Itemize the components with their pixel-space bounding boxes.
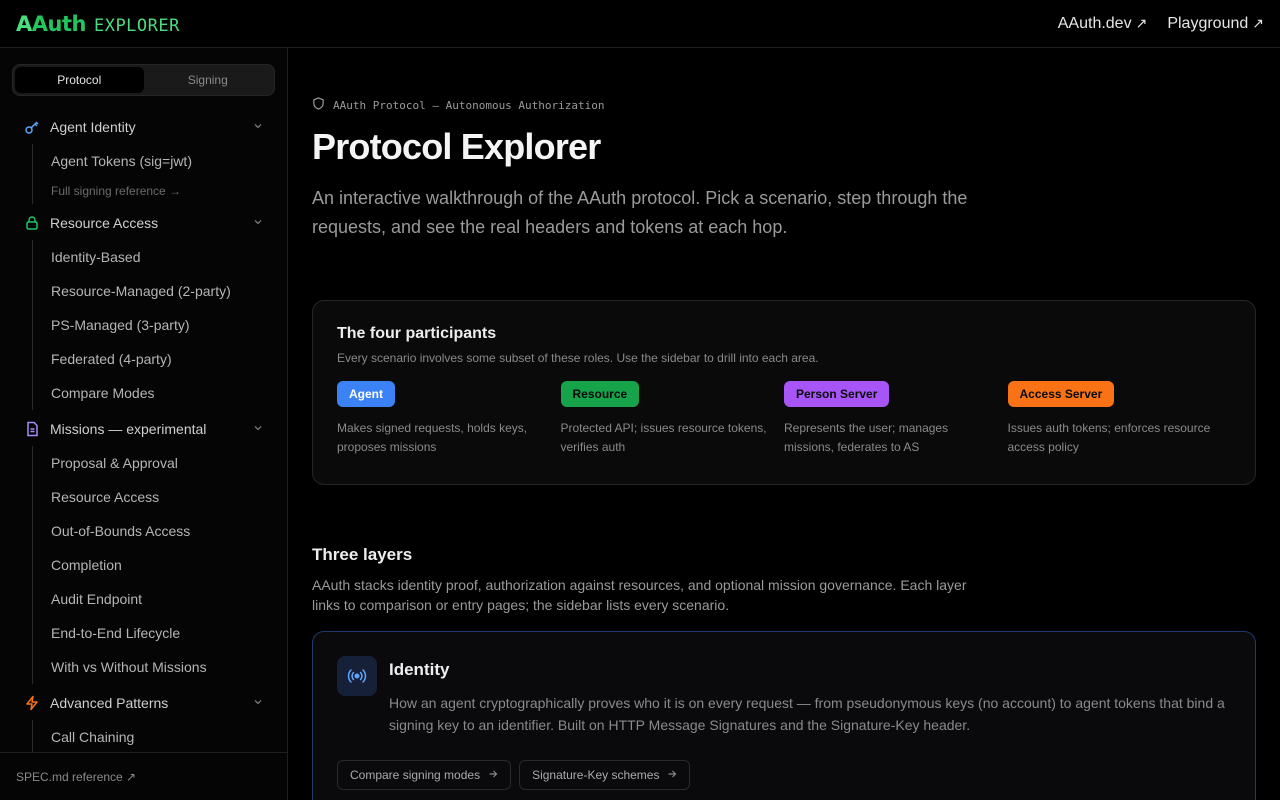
nav-group-items: Identity-Based Resource-Managed (2-party… — [32, 240, 287, 410]
tab-protocol[interactable]: Protocol — [15, 67, 144, 93]
identity-layer-desc: How an agent cryptographically proves wh… — [389, 695, 1225, 733]
nav-group-items: Call Chaining — [32, 720, 287, 754]
main-content: AAuth Protocol — Autonomous Authorizatio… — [288, 48, 1280, 800]
sidebar: Protocol Signing Agent Identity Agent To… — [0, 48, 288, 800]
aauth-dev-link[interactable]: AAuth.dev ↗ — [1058, 15, 1148, 33]
nav-group-resource-access[interactable]: Resource Access — [0, 206, 287, 240]
participant-desc: Issues auth tokens; enforces resource ac… — [1007, 421, 1211, 454]
layers-subtitle: AAuth stacks identity proof, authorizati… — [312, 577, 967, 613]
playground-link[interactable]: Playground ↗ — [1167, 15, 1264, 33]
brand-subtitle: EXPLORER — [93, 15, 180, 36]
identity-layer-card: Identity How an agent cryptographically … — [312, 631, 1256, 800]
brand[interactable]: AAuth EXPLORER — [16, 12, 180, 36]
nav-group-advanced-patterns[interactable]: Advanced Patterns — [0, 686, 287, 720]
participant-desc: Represents the user; manages missions, f… — [784, 421, 949, 454]
signature-key-schemes-link[interactable]: Signature-Key schemes — [519, 760, 691, 790]
identity-layer-title: Identity — [389, 660, 450, 679]
participant-resource: Resource Protected API; issues resource … — [560, 381, 785, 457]
participant-agent: Agent Makes signed requests, holds keys,… — [337, 381, 561, 457]
nav-group-agent-identity[interactable]: Agent Identity — [0, 110, 287, 144]
nav-link-signing-reference[interactable]: Full signing reference → — [33, 178, 287, 204]
layers-heading: Three layers — [312, 545, 413, 564]
broadcast-icon — [337, 656, 377, 696]
arrow-right-icon — [488, 768, 498, 782]
nav-item-proposal-approval[interactable]: Proposal & Approval — [33, 446, 287, 480]
nav-item-mission-resource-access[interactable]: Resource Access — [33, 480, 287, 514]
participant-desc: Makes signed requests, holds keys, propo… — [337, 421, 528, 454]
brand-logo: AAuth — [16, 11, 86, 36]
external-link-icon: ↗ — [1135, 15, 1148, 31]
nav-item-out-of-bounds[interactable]: Out-of-Bounds Access — [33, 514, 287, 548]
tab-signing[interactable]: Signing — [144, 67, 273, 93]
external-link-icon: ↗ — [1252, 15, 1264, 31]
nav-item-agent-tokens[interactable]: Agent Tokens (sig=jwt) — [33, 144, 287, 178]
chevron-down-icon — [253, 697, 263, 710]
mode-switch: Protocol Signing — [12, 64, 275, 96]
nav-group-items: Proposal & Approval Resource Access Out-… — [32, 446, 287, 684]
arrow-right-icon — [667, 768, 677, 782]
key-icon — [24, 119, 40, 135]
nav-group-missions[interactable]: Missions — experimental — [0, 412, 287, 446]
participant-desc: Protected API; issues resource tokens, v… — [560, 421, 767, 454]
bolt-icon — [24, 695, 40, 711]
nav-group-items: Agent Tokens (sig=jwt) Full signing refe… — [32, 144, 287, 204]
top-links: AAuth.dev ↗ Playground ↗ — [1058, 15, 1264, 33]
nav-item-compare-modes[interactable]: Compare Modes — [33, 376, 287, 410]
chevron-down-icon — [253, 121, 263, 134]
nav-item-with-vs-without[interactable]: With vs Without Missions — [33, 650, 287, 684]
resource-badge: Resource — [560, 381, 640, 407]
agent-badge: Agent — [337, 381, 395, 407]
nav-item-end-to-end[interactable]: End-to-End Lifecycle — [33, 616, 287, 650]
identity-layer-links: Compare signing modes Signature-Key sche… — [337, 760, 1231, 790]
participant-person-server: Person Server Represents the user; manag… — [784, 381, 1008, 457]
chevron-down-icon — [253, 217, 263, 230]
lock-icon — [24, 215, 40, 231]
nav-item-audit-endpoint[interactable]: Audit Endpoint — [33, 582, 287, 616]
participants-card: The four participants Every scenario inv… — [312, 300, 1256, 485]
nav-item-call-chaining[interactable]: Call Chaining — [33, 720, 287, 754]
nav-item-ps-managed[interactable]: PS-Managed (3-party) — [33, 308, 287, 342]
access-server-badge: Access Server — [1007, 381, 1115, 407]
participant-access-server: Access Server Issues auth tokens; enforc… — [1007, 381, 1232, 457]
nav-item-completion[interactable]: Completion — [33, 548, 287, 582]
chevron-down-icon — [253, 423, 263, 436]
eyebrow: AAuth Protocol — Autonomous Authorizatio… — [312, 97, 1280, 113]
compare-signing-modes-link[interactable]: Compare signing modes — [337, 760, 512, 790]
page-title: Protocol Explorer — [312, 126, 601, 167]
shield-icon — [312, 97, 325, 113]
participants-list: Agent Makes signed requests, holds keys,… — [337, 381, 1231, 457]
spec-reference-link[interactable]: SPEC.md reference ↗ — [0, 752, 287, 800]
nav-item-resource-managed[interactable]: Resource-Managed (2-party) — [33, 274, 287, 308]
nav-item-identity-based[interactable]: Identity-Based — [33, 240, 287, 274]
sidebar-nav: Agent Identity Agent Tokens (sig=jwt) Fu… — [0, 108, 287, 764]
participants-title: The four participants — [337, 325, 497, 342]
page-lead: An interactive walkthrough of the AAuth … — [312, 188, 968, 237]
nav-item-federated[interactable]: Federated (4-party) — [33, 342, 287, 376]
top-bar: AAuth EXPLORER AAuth.dev ↗ Playground ↗ — [0, 0, 1280, 48]
person-server-badge: Person Server — [784, 381, 890, 407]
participants-subtitle: Every scenario involves some subset of t… — [337, 351, 819, 365]
document-icon — [24, 421, 40, 437]
